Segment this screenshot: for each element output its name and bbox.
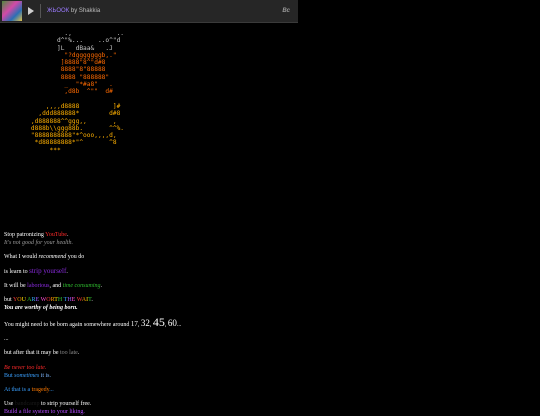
bandcamp-logo[interactable]: Bc	[282, 8, 290, 14]
ascii-line: *d88888888*"^ ^8	[34, 139, 117, 147]
ascii-line: ,ddd888888* d#8	[38, 110, 121, 118]
line-tragedy: At that is a tragedy...	[4, 387, 54, 393]
track-info[interactable]: ЖЬООК by Shakkia	[47, 8, 100, 14]
ascii-line: ,d888888^^ggg,, ,	[30, 117, 117, 125]
ascii-line: "8888888888"*^ooo,,,,d,	[30, 132, 117, 140]
line-recommend: What I would recommend you do	[4, 254, 85, 260]
ascii-line: _ "*#a8" .	[64, 81, 113, 89]
track-title[interactable]: ЖЬООК	[47, 8, 69, 14]
artist-name[interactable]: Shakkia	[79, 8, 100, 14]
album-artwork[interactable]	[2, 1, 22, 21]
ascii-line: ]L dBaa& .J	[56, 44, 113, 52]
ascii-line: d^"%... ..o^"d	[56, 37, 121, 45]
track-by: by	[69, 8, 79, 14]
line-laborious: It will be laborious, and time consuming…	[4, 283, 103, 289]
line-learn: is learn to strip yourself.	[4, 267, 68, 275]
message-text: Stop patronizing YouTube. It's not good …	[4, 231, 304, 416]
ascii-line: ., ..	[64, 30, 125, 37]
line-too-late: but after that it may be too late.	[4, 350, 80, 356]
ascii-line: "?dgggggggb,."	[64, 51, 117, 59]
line-never-late: Be never too late.	[4, 365, 47, 371]
line-stop: Stop patronizing YouTube.	[4, 232, 69, 238]
divider	[40, 4, 41, 18]
line-worthy: You are worthy of being born.	[4, 305, 78, 311]
ascii-line: ]8888"8^"d#8	[60, 59, 106, 67]
ascii-line: 8888 "888888"	[60, 73, 110, 81]
ascii-line: 8888"8"88888	[60, 66, 106, 74]
line-worth: but YOU ARE WORTH THE WAIT.	[4, 297, 93, 303]
rainbow-text: YOU ARE WORTH THE WAIT	[13, 297, 91, 303]
ascii-line: d888b\\ggg88b. ^^%.	[30, 124, 125, 132]
ascii-line: ,d8b ^"" d#	[64, 88, 113, 96]
line-health: It's not good for your health.	[4, 240, 73, 246]
play-button[interactable]	[28, 7, 34, 15]
line-sometimes: But sometimes it is.	[4, 373, 52, 379]
ascii-line: ,,,,d8888 ]#	[45, 102, 121, 110]
line-file-system: Build a file system to your liking.	[4, 409, 85, 415]
line-ellipsis: ...	[4, 336, 9, 342]
line-born-again: You might need to be born again somewher…	[4, 315, 182, 329]
line-use-bandcamp: Use bandcamp to strip yourself free.	[4, 401, 92, 407]
ascii-line: ***	[49, 146, 61, 154]
audio-player-bar: ЖЬООК by Shakkia Bc	[0, 0, 298, 23]
ascii-art: ., .. d^"%... ..o^"d ]L dBaa& .J "?dgggg…	[16, 30, 124, 154]
